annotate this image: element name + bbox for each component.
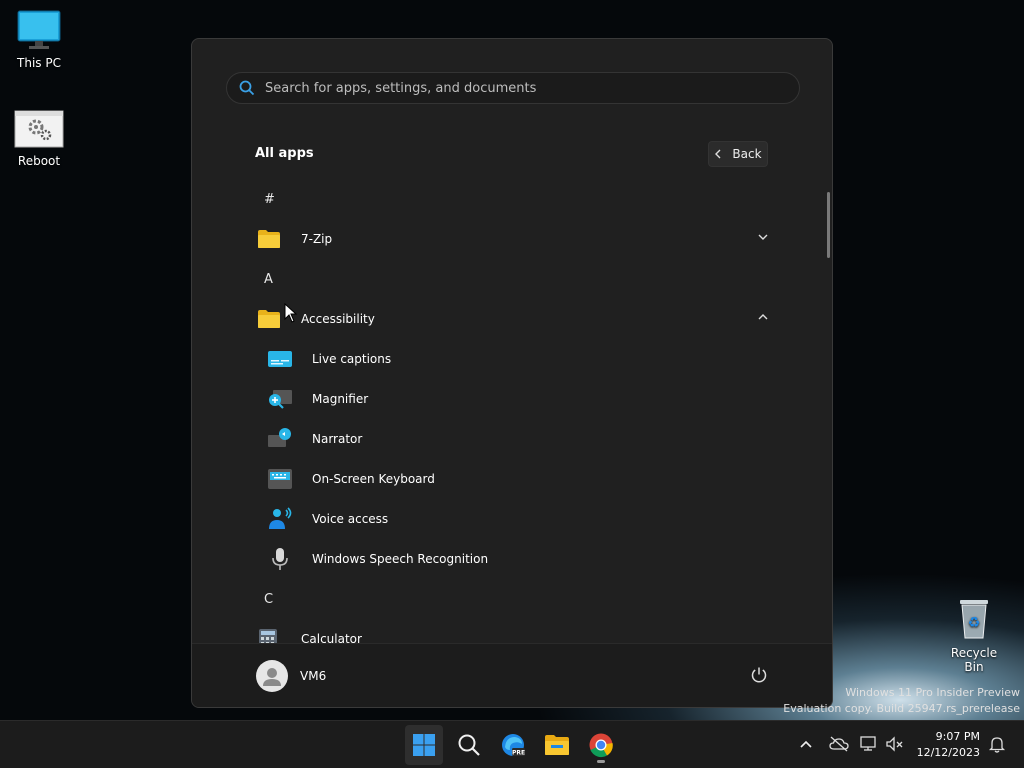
keyboard-icon [268, 469, 292, 489]
taskbar: PRE 9:07 PM 12/12/2023 [0, 720, 1024, 768]
start-menu-footer: VM6 [192, 643, 832, 707]
list-item-accessibility[interactable]: Accessibility [192, 299, 792, 339]
avatar[interactable] [256, 660, 288, 692]
magnifier-icon [269, 390, 292, 409]
app-name: Accessibility [301, 312, 375, 326]
system-clock[interactable]: 9:07 PM 12/12/2023 [910, 729, 980, 761]
volume-muted-icon[interactable] [885, 735, 905, 753]
taskbar-search-button[interactable] [450, 725, 488, 765]
narrator-icon [268, 428, 291, 447]
taskbar-file-explorer-button[interactable] [538, 725, 576, 765]
mouse-cursor-icon [284, 303, 298, 323]
desktop-icon-this-pc[interactable]: This PC [7, 10, 71, 70]
app-name: Calculator [301, 632, 362, 643]
svg-text:♻: ♻ [968, 615, 981, 631]
chevron-down-icon[interactable] [758, 233, 768, 241]
app-name: 7-Zip [301, 232, 333, 246]
list-item-calculator[interactable]: Calculator [192, 619, 792, 643]
list-item-on-screen-keyboard[interactable]: On-Screen Keyboard [192, 459, 792, 499]
taskbar-edge-button[interactable]: PRE [494, 725, 532, 765]
start-button[interactable] [405, 725, 443, 765]
power-icon[interactable] [750, 666, 768, 684]
app-name: Windows Speech Recognition [312, 552, 489, 566]
chrome-browser-icon [589, 733, 613, 758]
edge-browser-icon: PRE [502, 734, 525, 757]
chevron-left-icon [715, 149, 721, 159]
section-header-c[interactable]: C [192, 579, 792, 619]
search-input[interactable] [265, 80, 785, 96]
chevron-up-icon[interactable] [758, 313, 768, 321]
microphone-icon [272, 548, 288, 570]
running-indicator [597, 760, 605, 763]
user-name[interactable]: VM6 [300, 669, 326, 683]
folder-icon [258, 310, 280, 328]
list-item-speech-recognition[interactable]: Windows Speech Recognition [192, 539, 792, 579]
search-icon [458, 734, 480, 756]
recycle-bin-icon: ♻ [960, 600, 988, 639]
search-box[interactable] [226, 72, 800, 104]
start-menu: All apps Back # 7-Zip A Accessibility [191, 38, 833, 708]
app-name: Magnifier [312, 392, 369, 406]
app-name: Narrator [312, 432, 363, 446]
watermark-line-2: Evaluation copy. Build 25947.rs_prerelea… [783, 702, 1020, 715]
onedrive-off-icon[interactable] [829, 735, 849, 753]
gear-icon [14, 110, 64, 148]
folder-icon [545, 735, 569, 755]
desktop-icon-reboot[interactable]: Reboot [7, 110, 71, 168]
desktop-icon-label: Recycle Bin [950, 646, 998, 674]
section-header-hash[interactable]: # [192, 179, 792, 219]
voice-access-icon [269, 507, 292, 529]
clock-time: 9:07 PM [935, 730, 980, 743]
evaluation-watermark: Windows 11 Pro Insider Preview Evaluatio… [783, 685, 1020, 717]
network-icon[interactable] [860, 735, 878, 753]
list-item-voice-access[interactable]: Voice access [192, 499, 792, 539]
back-button[interactable]: Back [708, 141, 768, 167]
list-item-narrator[interactable]: Narrator [192, 419, 792, 459]
list-item-7zip[interactable]: 7-Zip [192, 219, 792, 259]
svg-text:PRE: PRE [512, 750, 525, 757]
desktop-icon-recycle-bin[interactable]: ♻ Recycle Bin [942, 596, 1006, 674]
clock-date: 12/12/2023 [916, 746, 980, 759]
watermark-line-1: Windows 11 Pro Insider Preview [845, 686, 1020, 699]
app-name: Live captions [312, 352, 392, 366]
scrollbar-thumb[interactable] [827, 192, 830, 258]
desktop-icon-label: Reboot [17, 154, 61, 168]
user-icon [263, 668, 281, 686]
list-item-magnifier[interactable]: Magnifier [192, 379, 792, 419]
section-header-a[interactable]: A [192, 259, 792, 299]
list-item-live-captions[interactable]: Live captions [192, 339, 792, 379]
folder-icon [258, 230, 280, 248]
app-list[interactable]: # 7-Zip A Accessibility Live captions Ma… [192, 179, 832, 643]
windows-logo-icon [413, 734, 435, 756]
back-button-label: Back [732, 147, 762, 161]
app-name: On-Screen Keyboard [312, 472, 435, 486]
calculator-icon [259, 629, 277, 643]
taskbar-chrome-button[interactable] [582, 725, 620, 765]
notification-bell-icon[interactable] [988, 735, 1006, 753]
desktop-icon-label: This PC [17, 56, 61, 70]
all-apps-title: All apps [255, 146, 314, 161]
chevron-up-icon[interactable] [799, 735, 813, 753]
monitor-icon [17, 10, 61, 49]
search-icon [239, 80, 255, 96]
app-name: Voice access [312, 512, 389, 526]
live-captions-icon [268, 351, 292, 367]
